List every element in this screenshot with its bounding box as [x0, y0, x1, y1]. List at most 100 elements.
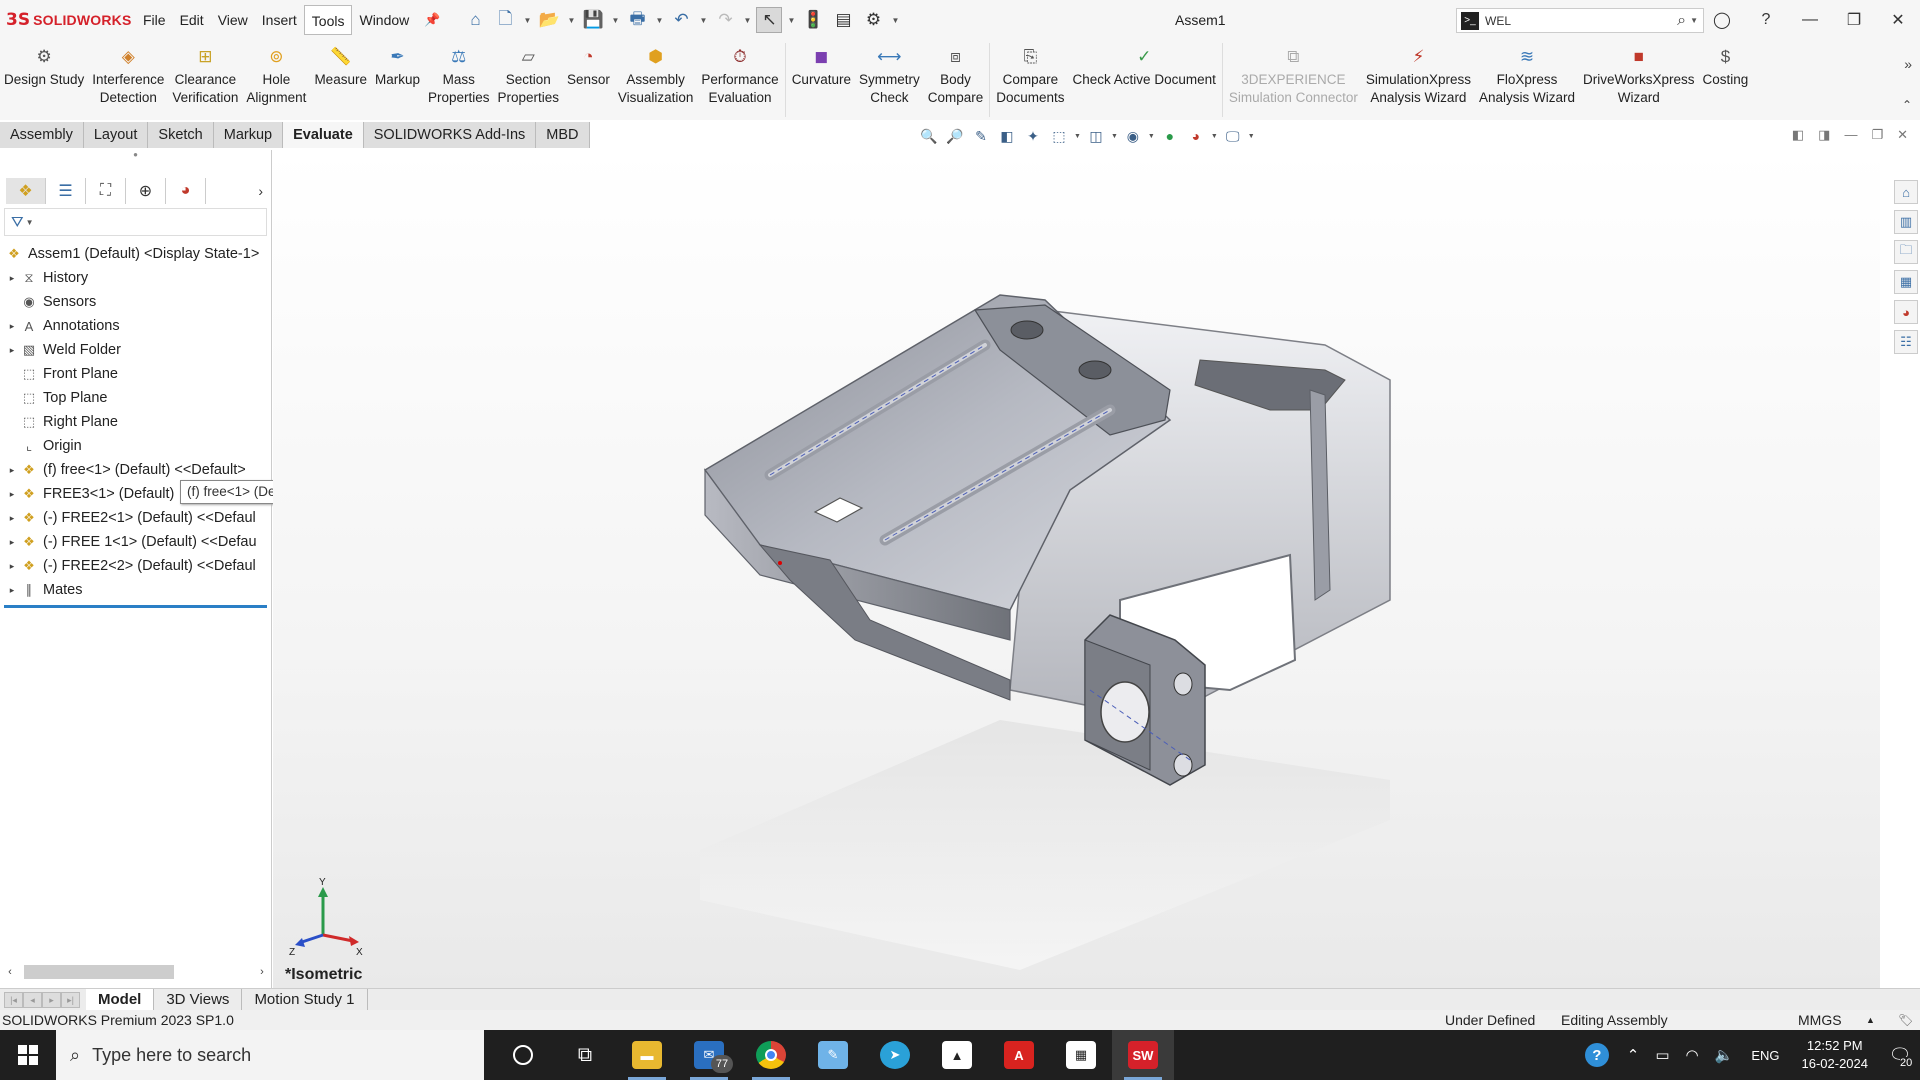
tree-item[interactable]: ⌞ Origin: [0, 434, 271, 458]
solidworks-resources-icon[interactable]: ⌂: [1894, 180, 1918, 204]
hole-alignment-button[interactable]: ⊚ Hole Alignment: [242, 40, 310, 107]
expand-arrow-icon[interactable]: ▸: [5, 561, 19, 572]
battery-icon[interactable]: ▭: [1655, 1046, 1669, 1064]
markup-button[interactable]: ✒ Markup: [371, 40, 424, 89]
language-indicator[interactable]: ENG: [1751, 1048, 1779, 1063]
viewport-close-icon[interactable]: ✕: [1897, 127, 1908, 143]
configuration-manager-tab-icon[interactable]: ⛶: [86, 178, 126, 204]
scroll-left-icon[interactable]: ‹: [0, 966, 20, 978]
simulation-connector-button[interactable]: ⧉ 3DEXPERIENCE Simulation Connector: [1225, 40, 1362, 107]
tree-item[interactable]: ⬚ Front Plane: [0, 362, 271, 386]
expand-arrow-icon[interactable]: ▸: [5, 465, 19, 476]
select-icon[interactable]: ↖: [756, 7, 783, 33]
file-explorer-app[interactable]: ▬: [616, 1030, 678, 1080]
telegram-app[interactable]: ➤: [864, 1030, 926, 1080]
section-properties-button[interactable]: ▱ Section Properties: [494, 40, 564, 107]
previous-tab-icon[interactable]: ◂: [23, 991, 42, 1008]
tab-layout[interactable]: Layout: [83, 122, 149, 148]
save-icon[interactable]: 💾: [580, 7, 606, 33]
wifi-icon[interactable]: ◠: [1686, 1046, 1699, 1064]
chevron-down-icon[interactable]: ▼: [1211, 133, 1218, 140]
chevron-down-icon[interactable]: ▼: [1074, 133, 1081, 140]
chevron-down-icon[interactable]: ▼: [698, 16, 708, 25]
chevron-down-icon[interactable]: ▼: [654, 16, 664, 25]
bottom-tab-model[interactable]: Model: [86, 988, 155, 1011]
compare-documents-button[interactable]: ⎘ Compare Documents: [992, 40, 1068, 107]
rollback-bar[interactable]: [4, 605, 267, 608]
view-palette-icon[interactable]: ▦: [1894, 270, 1918, 294]
last-tab-icon[interactable]: ▸|: [61, 991, 80, 1008]
tree-item[interactable]: ▸ A Annotations: [0, 314, 271, 338]
solidworks-app[interactable]: SW: [1112, 1030, 1174, 1080]
property-manager-tab-icon[interactable]: ☰: [46, 178, 86, 204]
tree-item[interactable]: ◉ Sensors: [0, 290, 271, 314]
simulationxpress-button[interactable]: ⚡ SimulationXpress Analysis Wizard: [1362, 40, 1475, 107]
performance-evaluation-button[interactable]: ⏱ Performance Evaluation: [697, 40, 782, 107]
menu-file[interactable]: File: [136, 5, 173, 35]
bottom-tab-motion-study-1[interactable]: Motion Study 1: [242, 988, 368, 1011]
file-properties-icon[interactable]: ▤: [830, 7, 856, 33]
scroll-right-icon[interactable]: ›: [252, 966, 272, 978]
assembly-model-graphic[interactable]: [273, 150, 1880, 988]
options-gear-icon[interactable]: ⚙: [860, 7, 886, 33]
show-hidden-icons-icon[interactable]: ⌃: [1627, 1046, 1640, 1064]
tree-item[interactable]: ▸ ❖ (-) FREE2<1> (Default) <<Defaul: [0, 506, 271, 530]
chevron-down-icon[interactable]: ▼: [742, 16, 752, 25]
appearances-icon[interactable]: ◕: [1894, 300, 1918, 324]
measure-button[interactable]: 📏 Measure: [310, 40, 371, 89]
split-left-icon[interactable]: ◧: [1792, 127, 1804, 143]
expand-arrow-icon[interactable]: ▸: [5, 489, 19, 500]
tab-assembly[interactable]: Assembly: [0, 122, 84, 148]
mail-app[interactable]: ✉ 77: [678, 1030, 740, 1080]
tab-markup[interactable]: Markup: [213, 122, 284, 148]
hide-show-items-icon[interactable]: ◉: [1122, 125, 1144, 147]
assembly-visualization-button[interactable]: ⬢ Assembly Visualization: [614, 40, 698, 107]
design-study-button[interactable]: ⚙ Design Study: [0, 40, 88, 89]
search-input[interactable]: WEL: [1485, 14, 1677, 28]
pin-icon[interactable]: 📌: [424, 12, 440, 28]
home-icon[interactable]: ⌂: [462, 7, 488, 33]
costing-button[interactable]: $ Costing: [1699, 40, 1753, 89]
chevron-down-icon[interactable]: ▼: [610, 16, 620, 25]
zoom-to-area-icon[interactable]: 🔎: [944, 125, 966, 147]
chevron-right-icon[interactable]: ›: [258, 183, 263, 199]
clock[interactable]: 12:52 PM 16-02-2024: [1802, 1037, 1869, 1073]
tree-item[interactable]: ▸ ❖ (f) free<1> (Default) <<Default>: [0, 458, 271, 482]
ribbon-more-icon[interactable]: »: [1904, 56, 1912, 72]
check-active-document-button[interactable]: ✓ Check Active Document: [1069, 40, 1220, 89]
tree-root-assembly[interactable]: ❖ Assem1 (Default) <Display State-1>: [0, 242, 271, 266]
section-view-icon[interactable]: ◧: [996, 125, 1018, 147]
expand-arrow-icon[interactable]: ▸: [5, 345, 19, 356]
chevron-down-icon[interactable]: ▼: [1148, 133, 1155, 140]
clearance-verification-button[interactable]: ⊞ Clearance Verification: [168, 40, 242, 107]
paint-app[interactable]: ✎: [802, 1030, 864, 1080]
dimxpert-manager-tab-icon[interactable]: ⊕: [126, 178, 166, 204]
search-icon[interactable]: ⌕: [1677, 12, 1686, 30]
start-button[interactable]: [0, 1030, 56, 1080]
traffic-light-icon[interactable]: 🚦: [800, 7, 826, 33]
zoom-to-fit-icon[interactable]: 🔍: [918, 125, 940, 147]
expand-arrow-icon[interactable]: ▸: [5, 537, 19, 548]
edit-appearance-icon[interactable]: ●: [1159, 125, 1181, 147]
search-box[interactable]: >_ WEL ⌕ ▼: [1456, 8, 1704, 33]
design-library-icon[interactable]: ▥: [1894, 210, 1918, 234]
custom-properties-icon[interactable]: ☷: [1894, 330, 1918, 354]
split-right-icon[interactable]: ◨: [1818, 127, 1830, 143]
tree-item[interactable]: ▸ ⧖ History: [0, 266, 271, 290]
restore-icon[interactable]: ❐: [1832, 10, 1876, 30]
tab-sketch[interactable]: Sketch: [148, 122, 214, 148]
filter-icon[interactable]: ⛛ ▼: [4, 208, 267, 236]
menu-window[interactable]: Window: [352, 5, 416, 35]
dynamic-annotation-icon[interactable]: ✦: [1022, 125, 1044, 147]
tree-item[interactable]: ⬚ Top Plane: [0, 386, 271, 410]
notification-center-icon[interactable]: 🗨 20: [1880, 1045, 1920, 1069]
solidworks-logo[interactable]: 3S SOLIDWORKS: [6, 10, 136, 30]
graphics-area[interactable]: [273, 150, 1880, 988]
mass-properties-button[interactable]: ⚖ Mass Properties: [424, 40, 494, 107]
view-settings-icon[interactable]: 🖵: [1222, 125, 1244, 147]
acrobat-app[interactable]: A: [988, 1030, 1050, 1080]
tree-item[interactable]: ▸ ❖ (-) FREE2<2> (Default) <<Defaul: [0, 554, 271, 578]
first-tab-icon[interactable]: |◂: [4, 991, 23, 1008]
scroll-thumb[interactable]: [24, 965, 174, 979]
chevron-down-icon[interactable]: ▼: [566, 16, 576, 25]
